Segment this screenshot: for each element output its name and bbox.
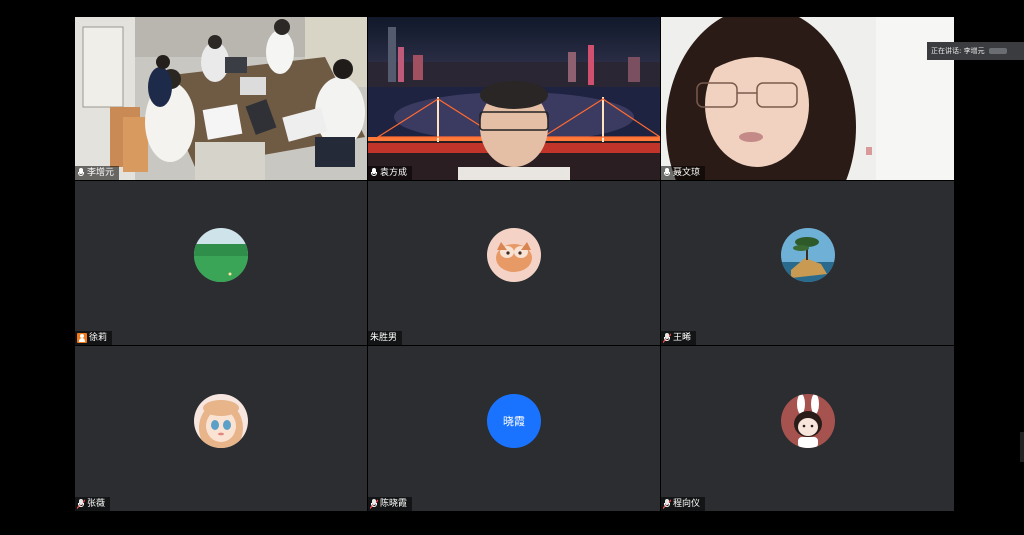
participant-name-tag: 徐莉 xyxy=(75,331,113,345)
muted-mic-icon xyxy=(663,499,671,509)
mic-icon xyxy=(370,168,378,178)
speaking-label: 正在讲话: xyxy=(931,47,962,55)
avatar xyxy=(780,228,835,282)
avatar-text: 晓霞 xyxy=(503,414,525,428)
speaking-indicator: 正在讲话: 李增元 xyxy=(927,42,1024,60)
redacted-text xyxy=(988,48,1007,54)
participant-name: 聂文琼 xyxy=(673,168,701,178)
participant-tile-2[interactable]: 袁方成 xyxy=(368,17,660,180)
participant-tile-8[interactable]: 晓霞 陈晓霞 xyxy=(368,346,660,511)
participant-tile-7[interactable]: 张薇 xyxy=(75,346,367,511)
participant-name-tag: 朱胜男 xyxy=(368,331,403,345)
avatar xyxy=(194,228,248,282)
participant-name-tag: 袁方成 xyxy=(368,166,413,180)
mic-icon xyxy=(77,168,85,178)
participant-name: 程向仪 xyxy=(673,499,701,509)
participant-name: 李增元 xyxy=(87,168,115,178)
avatar xyxy=(487,228,541,282)
participant-video xyxy=(661,17,954,180)
muted-mic-icon xyxy=(77,499,85,509)
participant-name-tag: 程向仪 xyxy=(661,497,706,511)
participant-tile-4[interactable]: 徐莉 xyxy=(75,181,367,345)
participant-video xyxy=(75,17,367,180)
video-grid: 李增元 袁方成 聂文琼 徐莉 朱胜男 王晞 张薇 晓霞 陈晓霞 程向仪 xyxy=(75,17,954,511)
participant-name-tag: 王晞 xyxy=(661,331,697,345)
participant-video xyxy=(368,17,660,180)
speaking-name: 李增元 xyxy=(963,47,985,55)
muted-mic-icon xyxy=(370,499,378,509)
muted-mic-icon xyxy=(663,333,671,343)
participant-name-tag: 陈晓霞 xyxy=(368,497,413,511)
mic-icon xyxy=(663,168,671,178)
participant-tile-6[interactable]: 王晞 xyxy=(661,181,954,345)
participant-tile-3[interactable]: 聂文琼 xyxy=(661,17,954,180)
participant-name: 陈晓霞 xyxy=(380,499,408,509)
side-panel-handle[interactable] xyxy=(1020,432,1024,462)
participant-tile-9[interactable]: 程向仪 xyxy=(661,346,954,511)
avatar xyxy=(780,393,835,448)
participant-name: 徐莉 xyxy=(89,333,108,343)
participant-name: 张薇 xyxy=(87,499,106,509)
participant-name-tag: 聂文琼 xyxy=(661,166,706,180)
participant-name: 王晞 xyxy=(673,333,692,343)
participant-name-tag: 张薇 xyxy=(75,497,111,511)
participant-name: 袁方成 xyxy=(380,168,408,178)
participant-tile-5[interactable]: 朱胜男 xyxy=(368,181,660,345)
participant-tile-1[interactable]: 李增元 xyxy=(75,17,367,180)
participant-name-tag: 李增元 xyxy=(75,166,120,180)
text-avatar: 晓霞 xyxy=(487,393,541,448)
participant-name: 朱胜男 xyxy=(370,333,398,343)
host-icon xyxy=(77,333,87,343)
avatar xyxy=(194,393,248,448)
meeting-window: 李增元 袁方成 聂文琼 徐莉 朱胜男 王晞 张薇 晓霞 陈晓霞 程向仪 正在讲话… xyxy=(0,0,1024,535)
